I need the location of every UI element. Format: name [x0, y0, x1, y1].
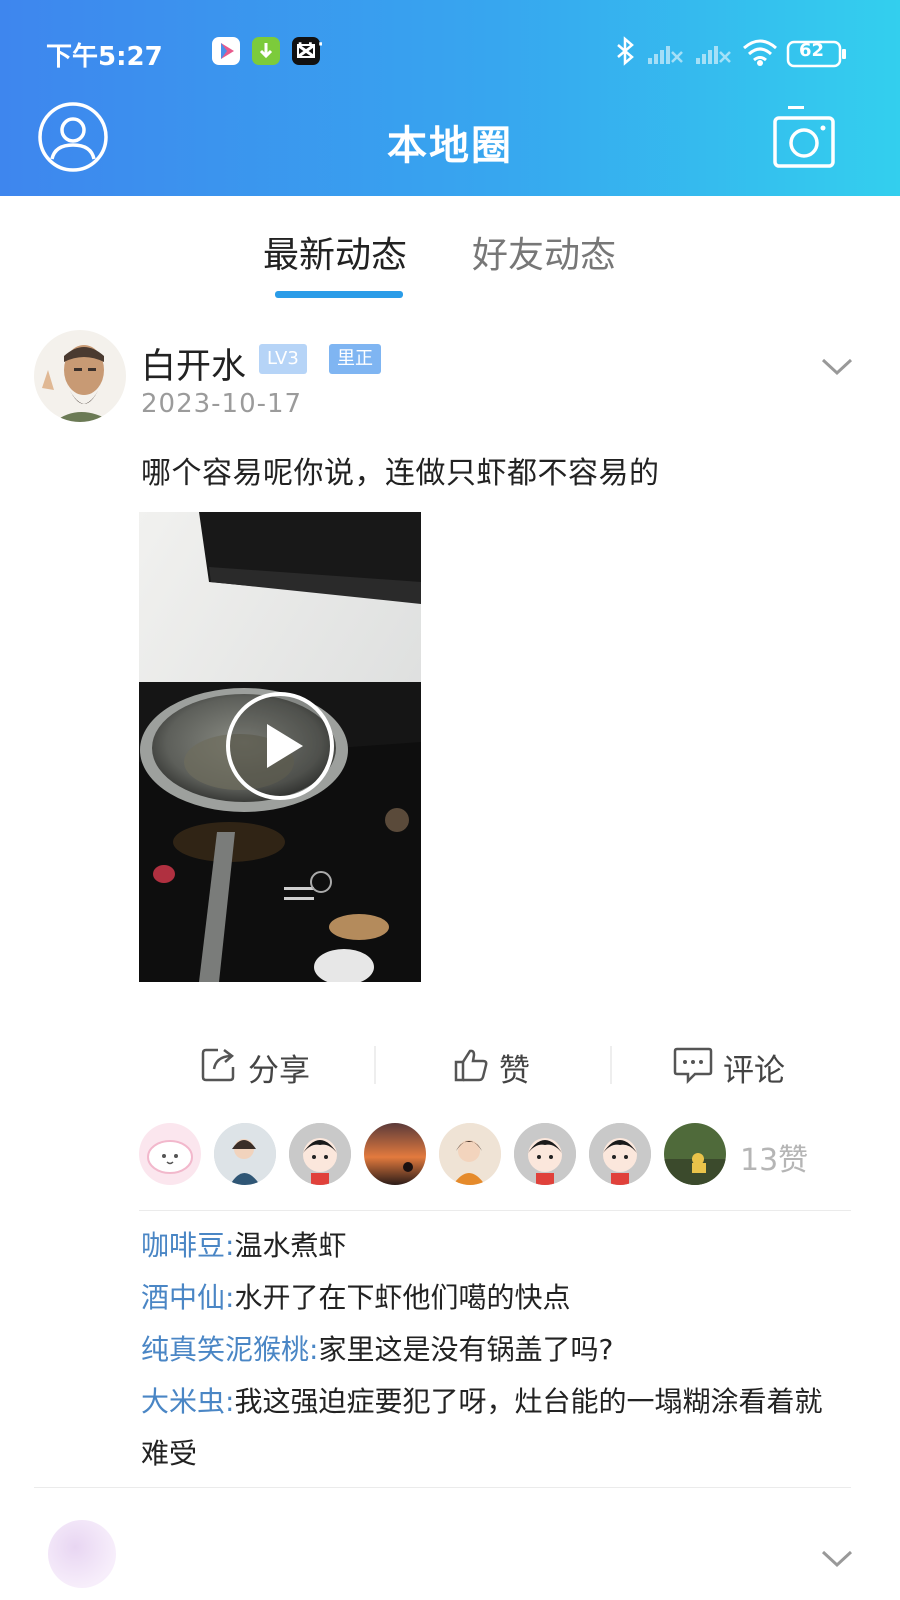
comment-author[interactable]: 咖啡豆: — [141, 1229, 234, 1262]
action-divider — [374, 1046, 376, 1084]
signal-1-icon — [648, 46, 683, 64]
wifi-icon — [743, 39, 777, 62]
comment-text: 我这强迫症要犯了呀，灶台能的一塌糊涂看着就难受 — [141, 1385, 823, 1470]
liker-avatar[interactable] — [514, 1123, 576, 1185]
liker-avatar[interactable] — [664, 1123, 726, 1185]
share-button[interactable]: 分享 — [200, 1043, 340, 1089]
comment-icon — [673, 1047, 713, 1084]
comment-text: 温水煮虾 — [234, 1229, 347, 1262]
liker-avatar[interactable] — [139, 1123, 201, 1185]
comment-label: 评论 — [723, 1053, 785, 1089]
status-time: 下午5:27 — [46, 42, 163, 72]
comment-item[interactable]: 酒中仙:水开了在下虾他们噶的快点 — [141, 1272, 841, 1324]
camera-icon — [773, 106, 835, 168]
video-thumbnail — [139, 512, 421, 982]
comment-button[interactable]: 评论 — [673, 1043, 793, 1089]
post-date: 2023-10-17 — [141, 389, 303, 419]
comment-item[interactable]: 咖啡豆:温水煮虾 — [141, 1220, 841, 1272]
video-app-icon — [212, 37, 240, 65]
status-bar: 下午5:27 ··· 62 — [46, 28, 854, 78]
bluetooth-icon — [617, 36, 634, 66]
action-divider — [610, 1046, 612, 1084]
likes-divider — [139, 1210, 851, 1211]
like-count[interactable]: 13赞 — [740, 1135, 808, 1179]
share-label: 分享 — [248, 1053, 310, 1089]
camera-button[interactable] — [772, 104, 836, 170]
liker-avatar[interactable] — [214, 1123, 276, 1185]
comment-text: 家里这是没有锅盖了吗? — [318, 1333, 614, 1366]
comment-author[interactable]: 大米虫: — [141, 1385, 234, 1418]
comment-item[interactable]: 纯真笑泥猴桃:家里这是没有锅盖了吗? — [141, 1324, 841, 1376]
liker-avatar[interactable] — [439, 1123, 501, 1185]
download-app-icon — [252, 37, 280, 65]
comment-text: 水开了在下虾他们噶的快点 — [234, 1281, 571, 1314]
liker-avatar[interactable] — [589, 1123, 651, 1185]
post-divider — [34, 1487, 851, 1488]
active-tab-indicator — [275, 291, 403, 298]
comment-author[interactable]: 酒中仙: — [141, 1281, 234, 1314]
like-button[interactable]: 赞 — [453, 1043, 543, 1089]
post-text: 哪个容易呢你说，连做只虾都不容易的 — [141, 456, 660, 491]
app-header: 下午5:27 ··· 62 本地圈 — [0, 0, 900, 196]
post-author-avatar[interactable] — [34, 330, 126, 422]
like-label: 赞 — [499, 1053, 530, 1089]
thumbs-up-icon — [454, 1049, 488, 1082]
comment-item[interactable]: 大米虫:我这强迫症要犯了呀，灶台能的一塌糊涂看着就难受 — [141, 1376, 841, 1480]
liker-avatar[interactable] — [364, 1123, 426, 1185]
page-title: 本地圈 — [387, 123, 513, 169]
post-video[interactable] — [139, 512, 421, 982]
level-badge: LV3 — [259, 344, 307, 374]
liker-avatar[interactable] — [289, 1123, 351, 1185]
comment-author[interactable]: 纯真笑泥猴桃: — [141, 1333, 318, 1366]
next-post-avatar[interactable] — [48, 1520, 116, 1588]
next-post-chevron-down-icon[interactable] — [820, 1548, 854, 1570]
title-badge: 里正 — [329, 344, 381, 374]
tab-latest[interactable]: 最新动态 — [263, 226, 407, 278]
more-notifications-icon: ··· — [296, 30, 327, 60]
post-author-name[interactable]: 白开水 — [141, 338, 246, 389]
battery-level: 62 — [798, 40, 824, 61]
signal-2-icon — [696, 46, 731, 64]
share-icon — [201, 1048, 235, 1082]
post-menu-chevron-down-icon[interactable] — [820, 356, 854, 378]
tab-friends[interactable]: 好友动态 — [472, 226, 616, 278]
